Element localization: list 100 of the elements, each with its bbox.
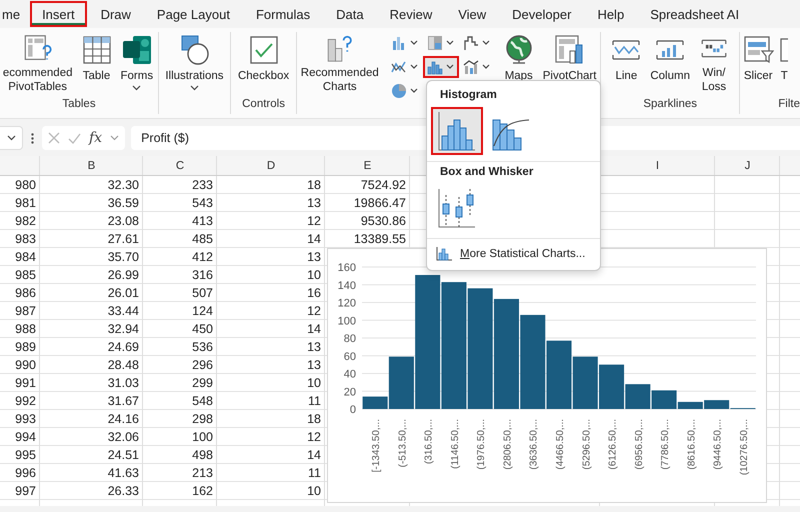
column-header[interactable]: E (364, 160, 372, 172)
table-cell: 35.70 (108, 250, 139, 264)
table-cell: 507 (192, 286, 213, 300)
ribbon-tab[interactable]: Spreadsheet AI (638, 1, 752, 27)
ribbon-tab[interactable]: me (0, 1, 28, 27)
caret-icon (482, 40, 490, 46)
table-cell: 13389.55 (354, 232, 406, 246)
table-cell: 296 (192, 358, 213, 372)
caret-icon (190, 85, 199, 91)
table-cell: 26.99 (108, 268, 139, 282)
ribbon-button[interactable]: Table (78, 32, 114, 94)
table-cell: 412 (192, 250, 213, 264)
bin-label: (10276.50,... (738, 419, 750, 476)
table-cell: 536 (192, 340, 213, 354)
ribbon-tab[interactable]: View (446, 1, 498, 27)
chart-type-button[interactable] (422, 56, 459, 78)
table-cell: 23.08 (108, 214, 139, 228)
table-cell: 450 (192, 322, 213, 336)
more-icon[interactable] (31, 132, 34, 144)
ribbon-tab[interactable]: Developer (500, 1, 584, 27)
caret-icon (132, 85, 142, 91)
table-cell: 316 (192, 268, 213, 282)
chart-option[interactable] (431, 107, 483, 155)
ribbon-tab[interactable]: Formulas (244, 1, 322, 27)
ribbon-tab[interactable]: Draw (88, 1, 143, 27)
ribbon-tab[interactable]: Data (324, 1, 376, 27)
column-header[interactable]: B (88, 160, 96, 172)
ribbon-tab[interactable]: Review (378, 1, 444, 27)
histogram-chart[interactable] (327, 248, 767, 503)
table-cell: 989 (15, 340, 36, 354)
group-label: Sparklines (643, 98, 698, 110)
ribbon-button[interactable]: Forms (118, 32, 156, 94)
caret-icon (410, 64, 418, 70)
table-cell: 24.16 (108, 412, 139, 426)
axis-label: 0 (350, 404, 356, 416)
ribbon-button[interactable]: T (780, 32, 788, 94)
caret-icon[interactable] (110, 135, 120, 141)
forms-icon (120, 34, 153, 66)
table-cell: 9530.86 (360, 214, 406, 228)
table-cell: 124 (192, 304, 213, 318)
column-header[interactable]: C (176, 160, 184, 172)
group-label: Filte (778, 98, 800, 110)
ribbon-button[interactable]: Checkbox (236, 32, 292, 94)
table-cell: 981 (15, 196, 36, 210)
combo-chart-icon (462, 59, 479, 75)
ribbon-button[interactable]: Recommended Charts (298, 32, 381, 94)
table-cell: 996 (15, 466, 36, 480)
bin-label: (1146.50,... (450, 419, 461, 469)
ribbon-button[interactable]: ecommended PivotTables (2, 32, 74, 94)
ribbon-button[interactable]: Line (608, 32, 644, 94)
table-cell: 26.33 (108, 484, 139, 498)
table-cell: 18 (307, 178, 321, 192)
table-cell: 14 (307, 448, 321, 462)
histogram-bar (546, 340, 572, 409)
ribbon-button[interactable]: Column (648, 32, 692, 94)
ribbon-button[interactable]: Slicer (740, 32, 776, 94)
check-icon[interactable] (68, 132, 81, 144)
table-cell: 980 (15, 178, 36, 192)
more-charts-link[interactable]: More Statistical Charts... (427, 239, 600, 270)
caret-icon (446, 64, 454, 70)
axis-label: 140 (338, 280, 356, 292)
pivot-table-icon (22, 34, 54, 63)
axis-label: 60 (344, 350, 356, 363)
table-cell: 299 (192, 376, 213, 390)
ribbon-tab[interactable]: Help (585, 1, 636, 27)
table-cell: 12 (307, 304, 321, 318)
bin-label: (6956.50,... (634, 419, 645, 470)
table-cell: 994 (15, 430, 36, 444)
column-header[interactable]: J (744, 160, 750, 172)
table-cell: 24.51 (108, 448, 139, 462)
table-cell: 32.30 (108, 178, 139, 192)
waterfall-chart-icon (462, 35, 479, 51)
bin-label: (-513.50,... (397, 419, 408, 468)
caret-icon (482, 64, 490, 70)
ribbon-tab[interactable]: Insert (30, 1, 87, 27)
table-cell: 413 (192, 214, 213, 228)
table-cell: 543 (192, 196, 213, 210)
table-cell: 988 (15, 322, 36, 336)
table-cell: 13 (307, 196, 321, 210)
table-cell: 995 (15, 448, 36, 462)
table-cell: 14 (307, 232, 321, 246)
caret-icon (410, 88, 418, 94)
hierarchy-chart-icon (426, 35, 443, 51)
table-cell: 31.67 (108, 394, 139, 408)
ribbon-button[interactable]: Win/ Loss (696, 32, 732, 94)
insert-function-button[interactable]: fx (89, 130, 102, 146)
box-whisker-icon (437, 187, 477, 229)
table-cell: 11 (308, 466, 321, 480)
bin-label: (3636.50,... (528, 419, 540, 470)
ribbon-button[interactable]: Illustrations (163, 32, 226, 94)
column-header[interactable]: D (266, 160, 276, 172)
histogram-icon (437, 110, 477, 152)
axis-label: 160 (338, 262, 356, 274)
caret-icon (410, 40, 418, 46)
table-cell: 18 (307, 412, 321, 426)
table-icon (80, 34, 112, 66)
group-label: Tables (62, 98, 96, 110)
column-header[interactable]: I (656, 160, 660, 172)
table-cell: 12 (307, 214, 321, 228)
ribbon-tab[interactable]: Page Layout (144, 1, 242, 27)
